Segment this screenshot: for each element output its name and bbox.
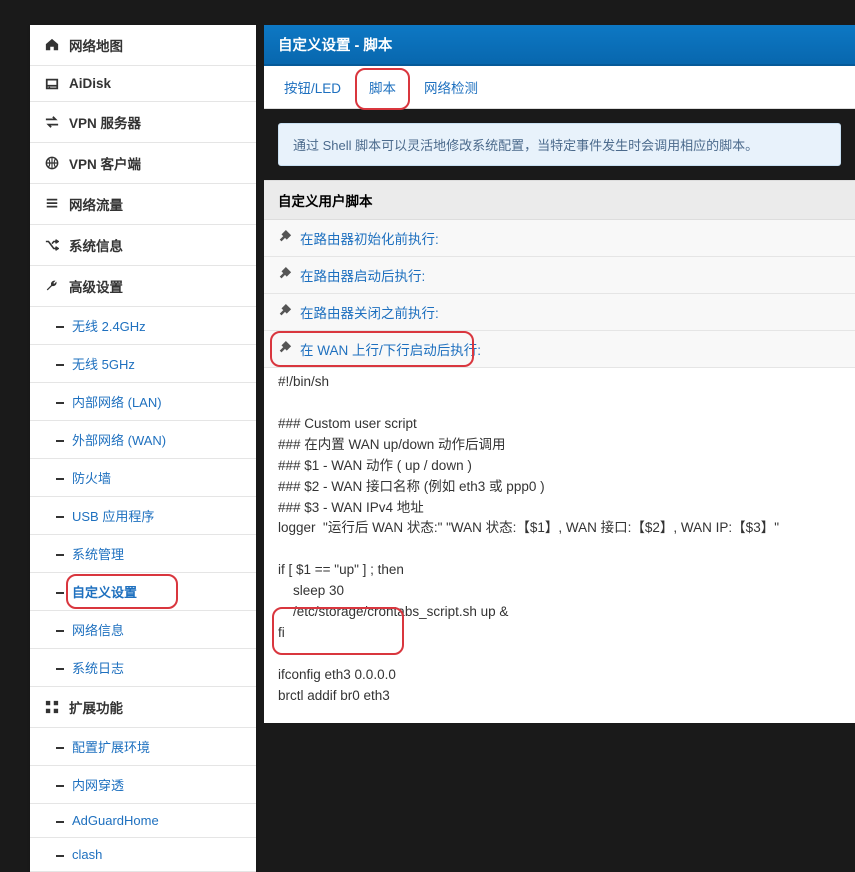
tab-1[interactable]: 脚本 <box>355 66 410 108</box>
sidebar-item-5[interactable]: 系统信息 <box>30 225 256 266</box>
sidebar-item-label: VPN 客户端 <box>69 153 141 173</box>
disk-icon <box>44 77 59 91</box>
sidebar-sub-6-9[interactable]: 系统日志 <box>30 649 256 687</box>
sidebar-item-label: 系统信息 <box>69 235 123 255</box>
sidebar-item-label: VPN 服务器 <box>69 112 141 132</box>
main-panel: 自定义设置 - 脚本 按钮/LED脚本网络检测 通过 Shell 脚本可以灵活地… <box>264 25 855 872</box>
script-row-1[interactable]: 在路由器启动后执行: <box>264 257 855 294</box>
sidebar-sub-7-2[interactable]: AdGuardHome <box>30 804 256 838</box>
sidebar-item-2[interactable]: VPN 服务器 <box>30 102 256 143</box>
sidebar-sub-6-6[interactable]: 系统管理 <box>30 535 256 573</box>
sidebar: 网络地图 AiDisk VPN 服务器 VPN 客户端网络流量系统信息高级设置无线 2… <box>30 25 256 872</box>
sidebar-item-label: 高级设置 <box>69 276 123 296</box>
sidebar-sub-6-4[interactable]: 防火墙 <box>30 459 256 497</box>
sidebar-item-3[interactable]: VPN 客户端 <box>30 143 256 184</box>
sidebar-sub-7-3[interactable]: clash <box>30 838 256 872</box>
script-label: 在 WAN 上行/下行启动后执行: <box>300 339 481 359</box>
sidebar-sub-6-8[interactable]: 网络信息 <box>30 611 256 649</box>
sidebar-sub-7-1[interactable]: 内网穿透 <box>30 766 256 804</box>
script-label: 在路由器启动后执行: <box>300 265 425 285</box>
hand-icon <box>278 304 292 321</box>
sidebar-item-7[interactable]: 扩展功能 <box>30 687 256 728</box>
notice-text: 通过 Shell 脚本可以灵活地修改系统配置，当特定事件发生时会调用相应的脚本。 <box>278 123 841 166</box>
grid-icon <box>44 700 59 714</box>
tab-0[interactable]: 按钮/LED <box>270 66 355 108</box>
tabs: 按钮/LED脚本网络检测 <box>264 66 855 109</box>
hand-icon <box>278 341 292 358</box>
script-label: 在路由器关闭之前执行: <box>300 302 439 322</box>
sidebar-item-6[interactable]: 高级设置 <box>30 266 256 307</box>
sidebar-item-label: 扩展功能 <box>69 697 123 717</box>
sidebar-item-label: 网络地图 <box>69 35 123 55</box>
sidebar-sub-6-1[interactable]: 无线 5GHz <box>30 345 256 383</box>
page-title: 自定义设置 - 脚本 <box>264 25 855 66</box>
script-row-2[interactable]: 在路由器关闭之前执行: <box>264 294 855 331</box>
sidebar-sub-6-0[interactable]: 无线 2.4GHz <box>30 307 256 345</box>
script-row-0[interactable]: 在路由器初始化前执行: <box>264 220 855 257</box>
hand-icon <box>278 230 292 247</box>
sidebar-item-label: 网络流量 <box>69 194 123 214</box>
hand-icon <box>278 267 292 284</box>
sidebar-sub-6-7[interactable]: 自定义设置 <box>30 573 256 611</box>
sidebar-sub-6-5[interactable]: USB 应用程序 <box>30 497 256 535</box>
script-code: #!/bin/sh ### Custom user script ### 在内置… <box>264 368 855 723</box>
globe-icon <box>44 156 59 170</box>
sidebar-item-1[interactable]: AiDisk <box>30 66 256 102</box>
sidebar-sub-6-3[interactable]: 外部网络 (WAN) <box>30 421 256 459</box>
sidebar-item-label: AiDisk <box>69 76 111 91</box>
sidebar-item-4[interactable]: 网络流量 <box>30 184 256 225</box>
bars-icon <box>44 197 59 211</box>
script-row-3[interactable]: 在 WAN 上行/下行启动后执行: <box>264 331 855 368</box>
sidebar-item-0[interactable]: 网络地图 <box>30 25 256 66</box>
sidebar-sub-6-2[interactable]: 内部网络 (LAN) <box>30 383 256 421</box>
wrench-icon <box>44 279 59 293</box>
home-icon <box>44 38 59 52</box>
tab-2[interactable]: 网络检测 <box>410 66 492 108</box>
swap-icon <box>44 115 59 129</box>
section-header: 自定义用户脚本 <box>264 180 855 220</box>
shuffle-icon <box>44 238 59 252</box>
script-label: 在路由器初始化前执行: <box>300 228 439 248</box>
